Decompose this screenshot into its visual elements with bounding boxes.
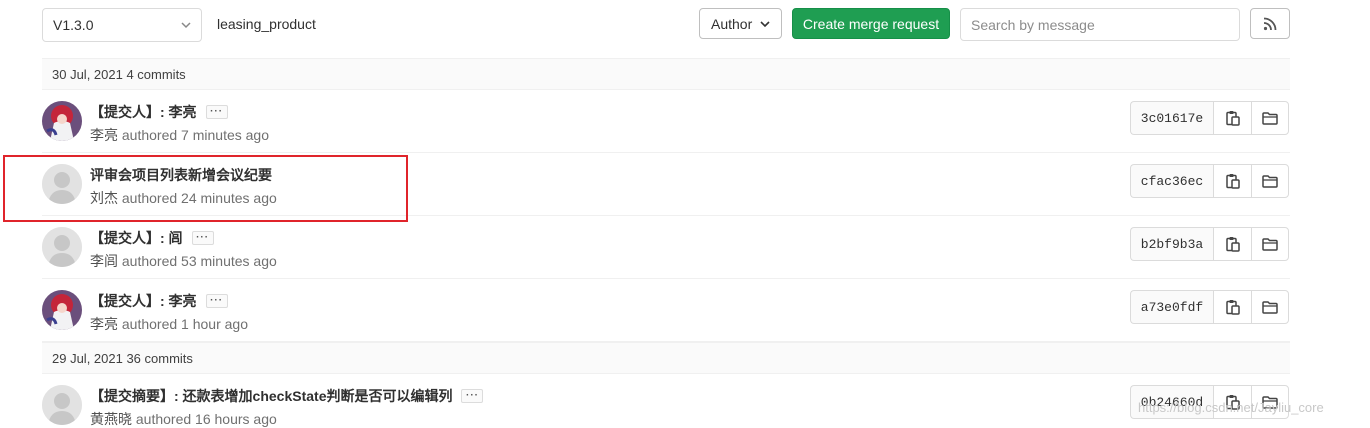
browse-files-button[interactable] [1251,290,1289,324]
commit-row: 评审会项目列表新增会议纪要 刘杰 authored 24 minutes ago… [42,153,1290,216]
commit-meta: 刘杰 authored 24 minutes ago [90,188,277,208]
commit-sha-link[interactable]: b2bf9b3a [1130,227,1213,261]
breadcrumb-path[interactable]: leasing_product [217,16,316,32]
anime-avatar-icon[interactable] [42,290,82,330]
clipboard-icon [1225,237,1240,252]
commit-author-link[interactable]: 刘杰 [90,190,118,206]
commit-sha-link[interactable]: 3c01617e [1130,101,1213,135]
commits-toolbar: V1.3.0 leasing_product Author Create mer… [0,0,1370,56]
copy-sha-button[interactable] [1213,164,1251,198]
branch-select[interactable]: V1.3.0 [42,8,202,42]
sha-group: cfac36ec [1130,164,1289,198]
commit-author-link[interactable]: 李闾 [90,253,118,269]
commit-meta: 李闾 authored 53 minutes ago [90,251,277,271]
expand-message-button[interactable]: ··· [205,294,228,308]
expand-message-button[interactable]: ··· [191,231,214,245]
day-header: 29 Jul, 2021 36 commits [42,342,1290,374]
commit-author-link[interactable]: 李亮 [90,316,118,332]
watermark-text: https://blog.csdn.net/Jayliu_core [1138,400,1324,415]
folder-icon [1262,300,1278,314]
commit-row: 【提交摘要】: 还款表增加checkState判断是否可以编辑列 ··· 黄燕晓… [42,374,1290,428]
folder-icon [1262,111,1278,125]
commit-sha-link[interactable]: a73e0fdf [1130,290,1213,324]
create-merge-request-button[interactable]: Create merge request [792,8,950,39]
default-avatar-icon[interactable] [42,385,82,425]
clipboard-icon [1225,300,1240,315]
commit-row: 【提交人】: 闾 ··· 李闾 authored 53 minutes ago … [42,216,1290,279]
commit-row: 【提交人】: 李亮 ··· 李亮 authored 1 hour ago a73… [42,279,1290,342]
commit-meta: 李亮 authored 7 minutes ago [90,125,269,145]
commit-meta: 李亮 authored 1 hour ago [90,314,248,334]
day-header: 30 Jul, 2021 4 commits [42,58,1290,90]
commit-time: authored 16 hours ago [135,411,277,427]
branch-select-label: V1.3.0 [53,17,94,33]
commit-time: authored 1 hour ago [121,316,248,332]
sha-group: a73e0fdf [1130,290,1289,324]
commit-author-link[interactable]: 黄燕晓 [90,411,132,427]
commit-title-link[interactable]: 【提交摘要】: 还款表增加checkState判断是否可以编辑列 [90,386,452,406]
chevron-down-icon [181,22,191,29]
copy-sha-button[interactable] [1213,227,1251,261]
commit-meta: 黄燕晓 authored 16 hours ago [90,409,277,428]
commit-title-link[interactable]: 【提交人】: 李亮 [90,291,197,311]
commit-author-link[interactable]: 李亮 [90,127,118,143]
browse-files-button[interactable] [1251,164,1289,198]
chevron-down-icon [760,21,770,28]
commit-title-link[interactable]: 【提交人】: 闾 [90,228,183,248]
browse-files-button[interactable] [1251,101,1289,135]
copy-sha-button[interactable] [1213,290,1251,324]
expand-message-button[interactable]: ··· [461,389,484,403]
commit-time: authored 24 minutes ago [121,190,277,206]
clipboard-icon [1225,111,1240,126]
folder-icon [1262,174,1278,188]
sha-group: 3c01617e [1130,101,1289,135]
rss-icon [1263,17,1277,30]
default-avatar-icon[interactable] [42,227,82,267]
commit-time: authored 53 minutes ago [121,253,277,269]
default-avatar-icon[interactable] [42,164,82,204]
author-filter-label: Author [711,15,753,32]
commit-row: 【提交人】: 李亮 ··· 李亮 authored 7 minutes ago … [42,90,1290,153]
anime-avatar-icon[interactable] [42,101,82,141]
rss-button[interactable] [1250,8,1290,39]
commit-time: authored 7 minutes ago [121,127,269,143]
folder-icon [1262,237,1278,251]
search-input[interactable] [960,8,1240,41]
browse-files-button[interactable] [1251,227,1289,261]
expand-message-button[interactable]: ··· [205,105,228,119]
copy-sha-button[interactable] [1213,101,1251,135]
commit-title-link[interactable]: 评审会项目列表新增会议纪要 [90,165,272,185]
clipboard-icon [1225,174,1240,189]
commit-title-link[interactable]: 【提交人】: 李亮 [90,102,197,122]
sha-group: b2bf9b3a [1130,227,1289,261]
author-filter-button[interactable]: Author [699,8,782,39]
commit-sha-link[interactable]: cfac36ec [1130,164,1213,198]
